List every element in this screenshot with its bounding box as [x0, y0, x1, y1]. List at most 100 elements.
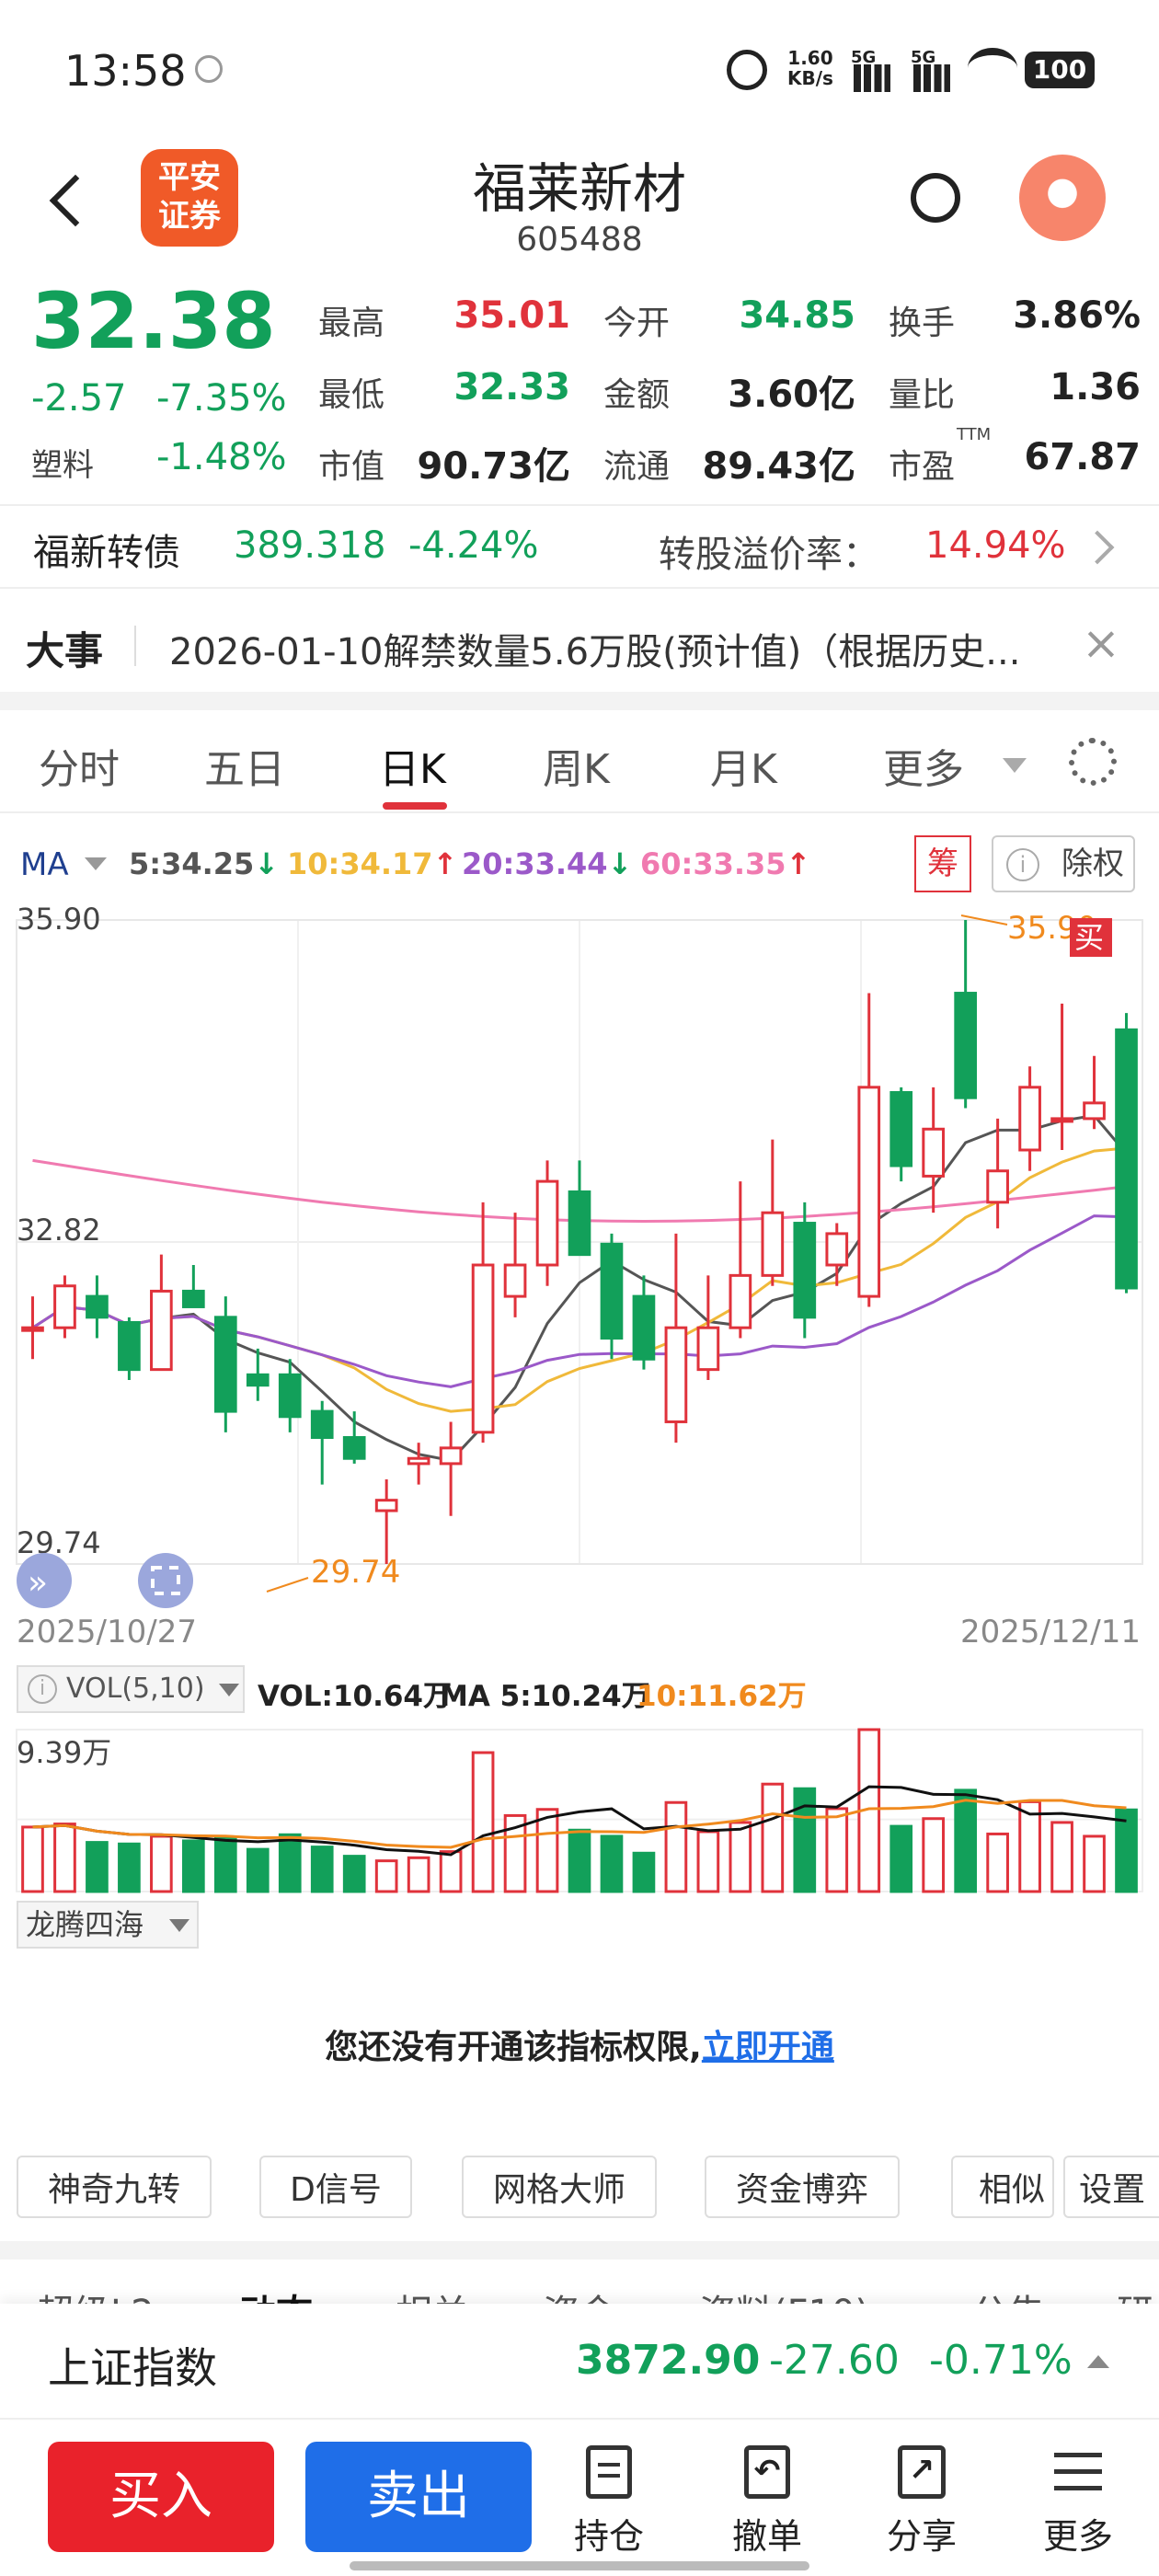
quote-panel: 32.38 -2.57 -7.35% 塑料 -1.48% 最高 35.01 最低… [0, 276, 1159, 497]
subtab-l2[interactable]: 超级L2 [37, 2283, 155, 2306]
tool-d-signal[interactable]: D信号 [259, 2156, 412, 2218]
volume-bar [954, 1788, 977, 1893]
vol-ma5: MA 5:10.24万 [440, 1680, 650, 1713]
volume-bar [568, 1828, 591, 1893]
volume-bar [761, 1782, 785, 1893]
subtab-related[interactable]: 相关 [396, 2283, 469, 2306]
caret-down-icon [1003, 758, 1027, 773]
back-arrow-icon[interactable] [49, 174, 102, 227]
section-gap [0, 692, 1159, 710]
volume-bar [21, 1825, 44, 1893]
volume-bar [374, 1859, 398, 1893]
tab-daily-k[interactable]: 日K [379, 736, 446, 795]
candle [118, 1321, 141, 1372]
bond-name: 福新转债 [33, 532, 180, 574]
premium-label: 转股溢价率： [659, 534, 879, 576]
subtab-f10[interactable]: 资料(F10) [699, 2283, 869, 2306]
indicator-select[interactable]: 龙腾四海 [17, 1901, 199, 1949]
candle [1083, 1101, 1106, 1121]
candle [922, 1127, 946, 1178]
indicator-caret-icon [169, 1919, 189, 1932]
candle [53, 1284, 76, 1329]
tab-more[interactable]: 更多 [883, 736, 964, 795]
index-bar[interactable]: 上证指数 3872.90 -27.60 -0.71% [0, 2304, 1159, 2420]
low-marker-line [266, 1577, 309, 1593]
section-gap-2 [0, 2241, 1159, 2260]
settings-gear-icon[interactable] [1069, 738, 1117, 786]
pe-label: 市盈 [889, 448, 956, 486]
buy-button[interactable]: 买入 [48, 2442, 274, 2552]
candle [889, 1091, 913, 1167]
tool-grid-master[interactable]: 网格大师 [462, 2156, 657, 2218]
volume-bar [407, 1856, 430, 1893]
chip-button[interactable]: 筹 [914, 835, 971, 892]
subtab-research[interactable]: 研报 [1117, 2283, 1159, 2306]
candle [213, 1316, 237, 1413]
share-button[interactable]: ↗ 分享 [865, 2445, 979, 2565]
high-label: 最高 [318, 305, 385, 342]
tool-capital-game[interactable]: 资金博弈 [705, 2156, 900, 2218]
volume-bar [118, 1842, 141, 1893]
caret-up-icon[interactable] [1087, 2355, 1109, 2368]
cancel-order-button[interactable]: ↶ 撤单 [710, 2445, 824, 2565]
tool-nine-turns[interactable]: 神奇九转 [17, 2156, 212, 2218]
wifi-icon [968, 48, 1017, 88]
low-label: 最低 [318, 376, 385, 414]
bond-row[interactable]: 福新转债 389.318 -4.24% 转股溢价率： 14.94% [0, 504, 1159, 589]
hold-button[interactable]: 持仓 [552, 2445, 666, 2565]
candle [729, 1273, 752, 1329]
bottom-bar: 买入 卖出 持仓 ↶ 撤单 ↗ 分享 更多 [0, 2421, 1159, 2576]
undo-icon: ↶ [744, 2445, 790, 2499]
event-divider [134, 626, 136, 666]
more-button[interactable]: 更多 [1021, 2445, 1135, 2565]
tab-active-indicator [383, 802, 447, 810]
volume-bar [1083, 1834, 1106, 1893]
candle [1018, 1086, 1041, 1152]
volume-bar [535, 1808, 559, 1893]
vol-value: VOL:10.64万 [258, 1680, 453, 1713]
enable-link[interactable]: 立即开通 [702, 2029, 834, 2066]
vol-ratio-label: 量比 [889, 376, 956, 414]
vol-select[interactable]: i VOL(5,10) [17, 1665, 245, 1713]
sell-button[interactable]: 卖出 [305, 2442, 532, 2552]
event-row[interactable]: 大事 2026-01-10解禁数量5.6万股(预计值)（根据历史... × [0, 600, 1159, 690]
high-value: 35.01 [453, 294, 570, 337]
candle [278, 1373, 302, 1419]
sector-pct: -1.48% [156, 436, 287, 478]
candle [150, 1289, 173, 1372]
list-icon [1054, 2445, 1102, 2499]
close-icon[interactable]: × [1082, 620, 1120, 666]
indicator-notice: 您还没有开通该指标权限,立即开通 [325, 2029, 834, 2066]
volume-bar [600, 1834, 624, 1893]
volume-bar [278, 1833, 302, 1893]
vol-info-icon: i [28, 1674, 57, 1704]
candle [374, 1499, 398, 1512]
ma-select[interactable]: MA [20, 846, 69, 883]
amount-value: 3.60亿 [728, 374, 855, 416]
status-bar: 13:58 1.60 KB/s 5G 5G 100 [0, 0, 1159, 138]
tab-five-day[interactable]: 五日 [204, 736, 285, 795]
subtab-news[interactable]: 动态 [239, 2283, 313, 2306]
kline-chart[interactable]: 35.90 32.82 29.74 35.90 买 29.74 » 2025/1… [0, 902, 1159, 1665]
signal-2-icon [913, 64, 950, 92]
tool-similar[interactable]: 相似 [951, 2156, 1054, 2218]
mcap-value: 90.73亿 [417, 445, 570, 488]
vol-ratio-value: 1.36 [1050, 366, 1141, 408]
candle [600, 1242, 624, 1340]
tab-monthly-k[interactable]: 月K [710, 736, 777, 795]
assistant-avatar[interactable] [1019, 155, 1106, 241]
tool-settings[interactable]: 设置 [1063, 2156, 1159, 2218]
subtab-funds[interactable]: 资金 [543, 2283, 616, 2306]
vol-y-top-label: 9.39万 [17, 1735, 111, 1770]
tab-intraday[interactable]: 分时 [39, 736, 120, 795]
search-icon[interactable] [911, 173, 960, 223]
adjust-button[interactable]: i 除权 [992, 835, 1135, 892]
volume-chart[interactable]: 9.39万 [0, 1717, 1159, 1901]
candle [696, 1326, 720, 1372]
volume-bar [1115, 1808, 1138, 1893]
float-label: 流通 [603, 448, 671, 486]
volume-bar [86, 1841, 109, 1893]
index-value: 3872.90 [576, 2337, 761, 2384]
subtab-notice[interactable]: 公告 [971, 2283, 1045, 2306]
tab-weekly-k[interactable]: 周K [543, 736, 610, 795]
